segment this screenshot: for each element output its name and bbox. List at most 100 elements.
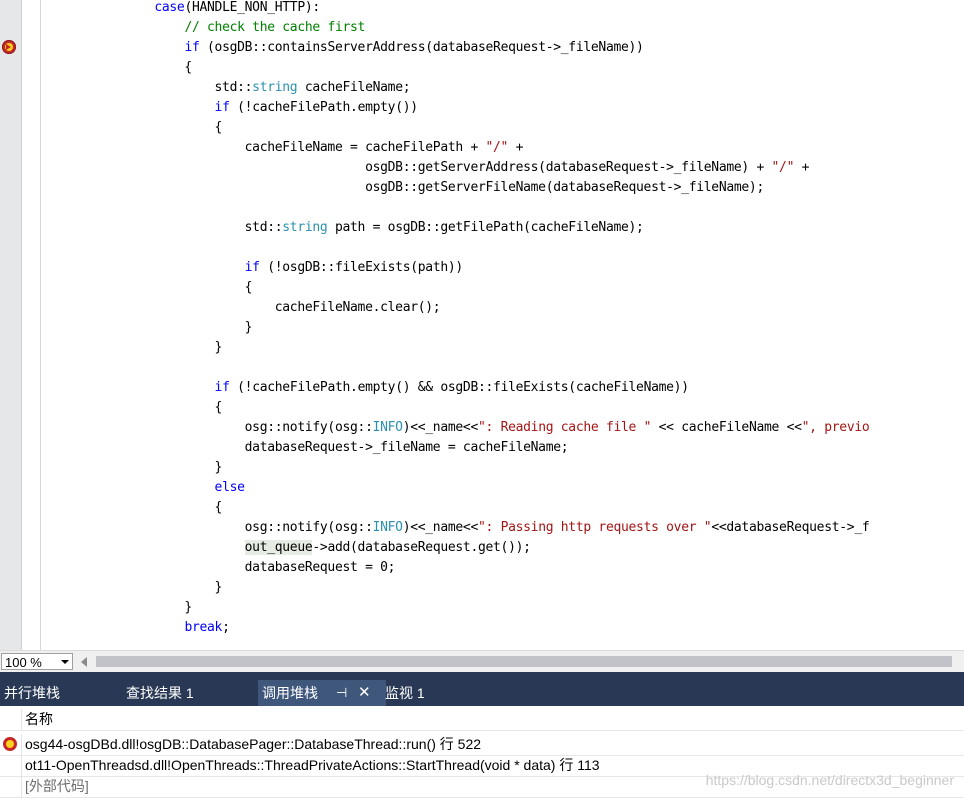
code-token: cacheFileName.clear(); [64,300,441,315]
code-line[interactable]: databaseRequest = 0; [64,558,396,578]
code-token: } [64,580,223,595]
code-token: out_queue [244,540,313,555]
code-line[interactable]: out_queue->add(databaseRequest.get()); [64,538,531,558]
table-row[interactable]: osg44-osgDBd.dll!osgDB::DatabasePager::D… [0,734,964,756]
code-line[interactable]: else [64,478,245,498]
code-line[interactable]: { [64,118,223,138]
code-line[interactable]: if (!cacheFilePath.empty()) [64,98,419,118]
code-token: } [64,320,253,335]
tab-label: 监视 1 [385,685,425,701]
horizontal-scrollbar-thumb[interactable] [96,656,952,667]
code-token: (osgDB::containsServerAddress(databaseRe… [199,40,644,55]
code-token: databaseRequest = 0; [64,560,396,575]
code-token: + [508,140,524,155]
code-token: } [64,460,223,475]
scroll-left-arrow-icon[interactable] [81,657,87,667]
code-line[interactable]: std::string path = osgDB::getFilePath(ca… [64,218,644,238]
tab-label: 并行堆栈 [4,685,60,701]
code-token: (!cacheFilePath.empty() && osgDB::fileEx… [229,380,689,395]
zoom-dropdown[interactable]: 100 % [1,653,73,670]
code-line[interactable]: break; [64,618,230,638]
column-name-header: 名称 [25,711,53,727]
code-token: if [214,380,230,395]
code-token: + [794,160,810,175]
code-token: osg::notify(osg:: [64,420,373,435]
breakpoint-gutter[interactable] [0,0,22,650]
call-stack-header[interactable]: 名称 [0,709,964,731]
code-line[interactable]: { [64,398,223,418]
code-token: ; [222,620,230,635]
code-token: )<<_name<< [402,420,479,435]
code-token: break [184,620,223,635]
code-token: { [64,60,192,75]
code-line[interactable]: } [64,338,223,358]
chevron-down-icon [61,660,69,664]
code-token: if [244,260,260,275]
code-token: (HANDLE_NON_HTTP): [184,0,320,15]
tab-parallel-stacks[interactable]: 并行堆栈 [0,680,64,706]
code-line[interactable]: { [64,58,192,78]
code-line[interactable]: { [64,498,223,518]
code-token: // check the cache first [184,20,366,35]
icon-column [0,734,22,755]
code-line[interactable]: osgDB::getServerAddress(databaseRequest-… [64,158,809,178]
code-line[interactable]: } [64,318,253,338]
tab-watch[interactable]: 监视 1 [381,680,429,706]
code-token: osg::notify(osg:: [64,520,373,535]
code-token: ->add(databaseRequest.get()); [312,540,531,555]
code-line[interactable]: databaseRequest->_fileName = cacheFileNa… [64,438,569,458]
code-token: (!osgDB::fileExists(path)) [259,260,463,275]
code-token: case [154,0,185,15]
code-token: std:: [64,80,253,95]
tool-window-tabbar: 并行堆栈 查找结果 1 调用堆栈 ⊣ ✕ 监视 1 [0,672,964,706]
code-token: path = osgDB::getFilePath(cacheFileName)… [327,220,644,235]
pin-icon[interactable]: ⊣ [336,680,347,706]
code-line[interactable]: } [64,458,223,478]
code-line[interactable]: std::string cacheFileName; [64,78,411,98]
frame-text-external: [外部代码] [25,778,89,794]
code-line[interactable]: case(HANDLE_NON_HTTP): [64,0,320,18]
tab-find-results[interactable]: 查找结果 1 [122,680,198,706]
code-line[interactable]: if (osgDB::containsServerAddress(databas… [64,38,644,58]
code-token: (!cacheFilePath.empty()) [229,100,418,115]
code-token: ", previo [801,420,870,435]
code-token: cacheFileName; [297,80,411,95]
code-line[interactable]: { [64,278,253,298]
code-token: <<databaseRequest->_f [711,520,870,535]
code-line[interactable]: if (!osgDB::fileExists(path)) [64,258,464,278]
tab-label: 调用堆栈 [262,685,318,701]
code-line[interactable]: osg::notify(osg::INFO)<<_name<<": Readin… [64,418,870,438]
editor-bottom-bar: 100 % [0,650,964,673]
code-token: cacheFileName = cacheFilePath + [64,140,486,155]
frame-text: osg44-osgDBd.dll!osgDB::DatabasePager::D… [25,736,482,752]
code-token: { [64,500,223,515]
code-line[interactable]: cacheFileName.clear(); [64,298,441,318]
code-line[interactable]: cacheFileName = cacheFilePath + "/" + [64,138,524,158]
code-line[interactable]: } [64,598,192,618]
code-token: { [64,400,223,415]
code-line[interactable]: osg::notify(osg::INFO)<<_name<<": Passin… [64,518,870,538]
current-statement-breakpoint-icon[interactable] [2,40,16,54]
code-token: "/" [485,140,509,155]
code-token: std:: [64,220,283,235]
zoom-value: 100 % [5,655,42,670]
code-token: ": Passing http requests over " [477,520,712,535]
code-token: INFO [372,520,403,535]
code-editor[interactable]: case(HANDLE_NON_HTTP): // check the cach… [0,0,964,650]
code-line[interactable]: osgDB::getServerFileName(databaseRequest… [64,178,764,198]
tab-call-stack[interactable]: 调用堆栈 ⊣ ✕ [258,680,386,706]
code-token: { [64,280,253,295]
code-line[interactable]: if (!cacheFilePath.empty() && osgDB::fil… [64,378,690,398]
code-token: if [184,40,200,55]
watermark: https://blog.csdn.net/directx3d_beginner [705,772,954,788]
code-token: INFO [372,420,403,435]
code-line[interactable]: // check the cache first [64,18,365,38]
close-icon[interactable]: ✕ [358,680,371,706]
code-token: } [64,340,223,355]
code-line[interactable]: } [64,578,223,598]
